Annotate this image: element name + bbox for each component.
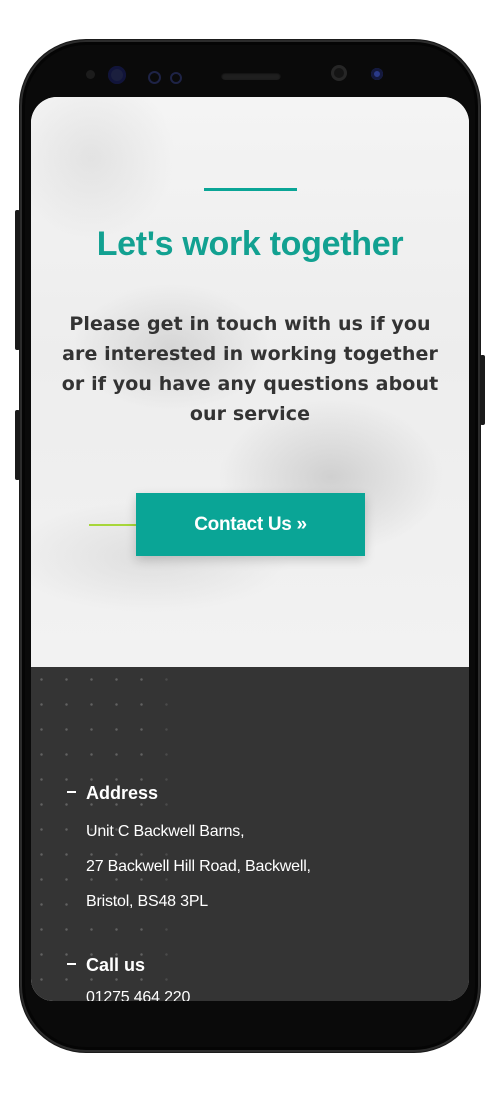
dash-icon	[67, 791, 76, 794]
phone-screen: Let's work together Please get in touch …	[31, 97, 469, 1001]
intro-text: Please get in touch with us if you are i…	[61, 313, 439, 425]
call-heading: Call us	[67, 955, 145, 976]
contact-us-button[interactable]: Contact Us »	[136, 493, 365, 556]
address-heading-text: Address	[86, 783, 159, 803]
dash-icon	[67, 963, 76, 966]
earpiece-speaker	[221, 72, 281, 80]
bixby-button	[480, 355, 485, 425]
front-camera-icon	[331, 65, 347, 81]
address-heading: Address	[67, 783, 158, 804]
footer-section: Address Unit C Backwell Barns, 27 Backwe…	[31, 667, 469, 1001]
hero-section: Let's work together Please get in touch …	[31, 97, 469, 667]
page-title: Let's work together	[96, 225, 404, 263]
volume-button	[15, 410, 20, 480]
phone-number-link[interactable]: 01275 464 220	[86, 989, 190, 1001]
title-accent-line	[204, 188, 297, 191]
address-line: Bristol, BS48 3PL	[86, 893, 208, 910]
iris-scanner-icon	[108, 66, 126, 84]
sensor-dot	[148, 71, 161, 84]
address-line: 27 Backwell Hill Road, Backwell,	[86, 858, 311, 875]
call-heading-text: Call us	[86, 955, 146, 975]
proximity-sensor-icon	[371, 68, 383, 80]
power-button	[15, 210, 20, 350]
address-line: Unit C Backwell Barns,	[86, 823, 245, 840]
sensor-dot	[86, 70, 95, 79]
sensor-dot	[170, 72, 182, 84]
